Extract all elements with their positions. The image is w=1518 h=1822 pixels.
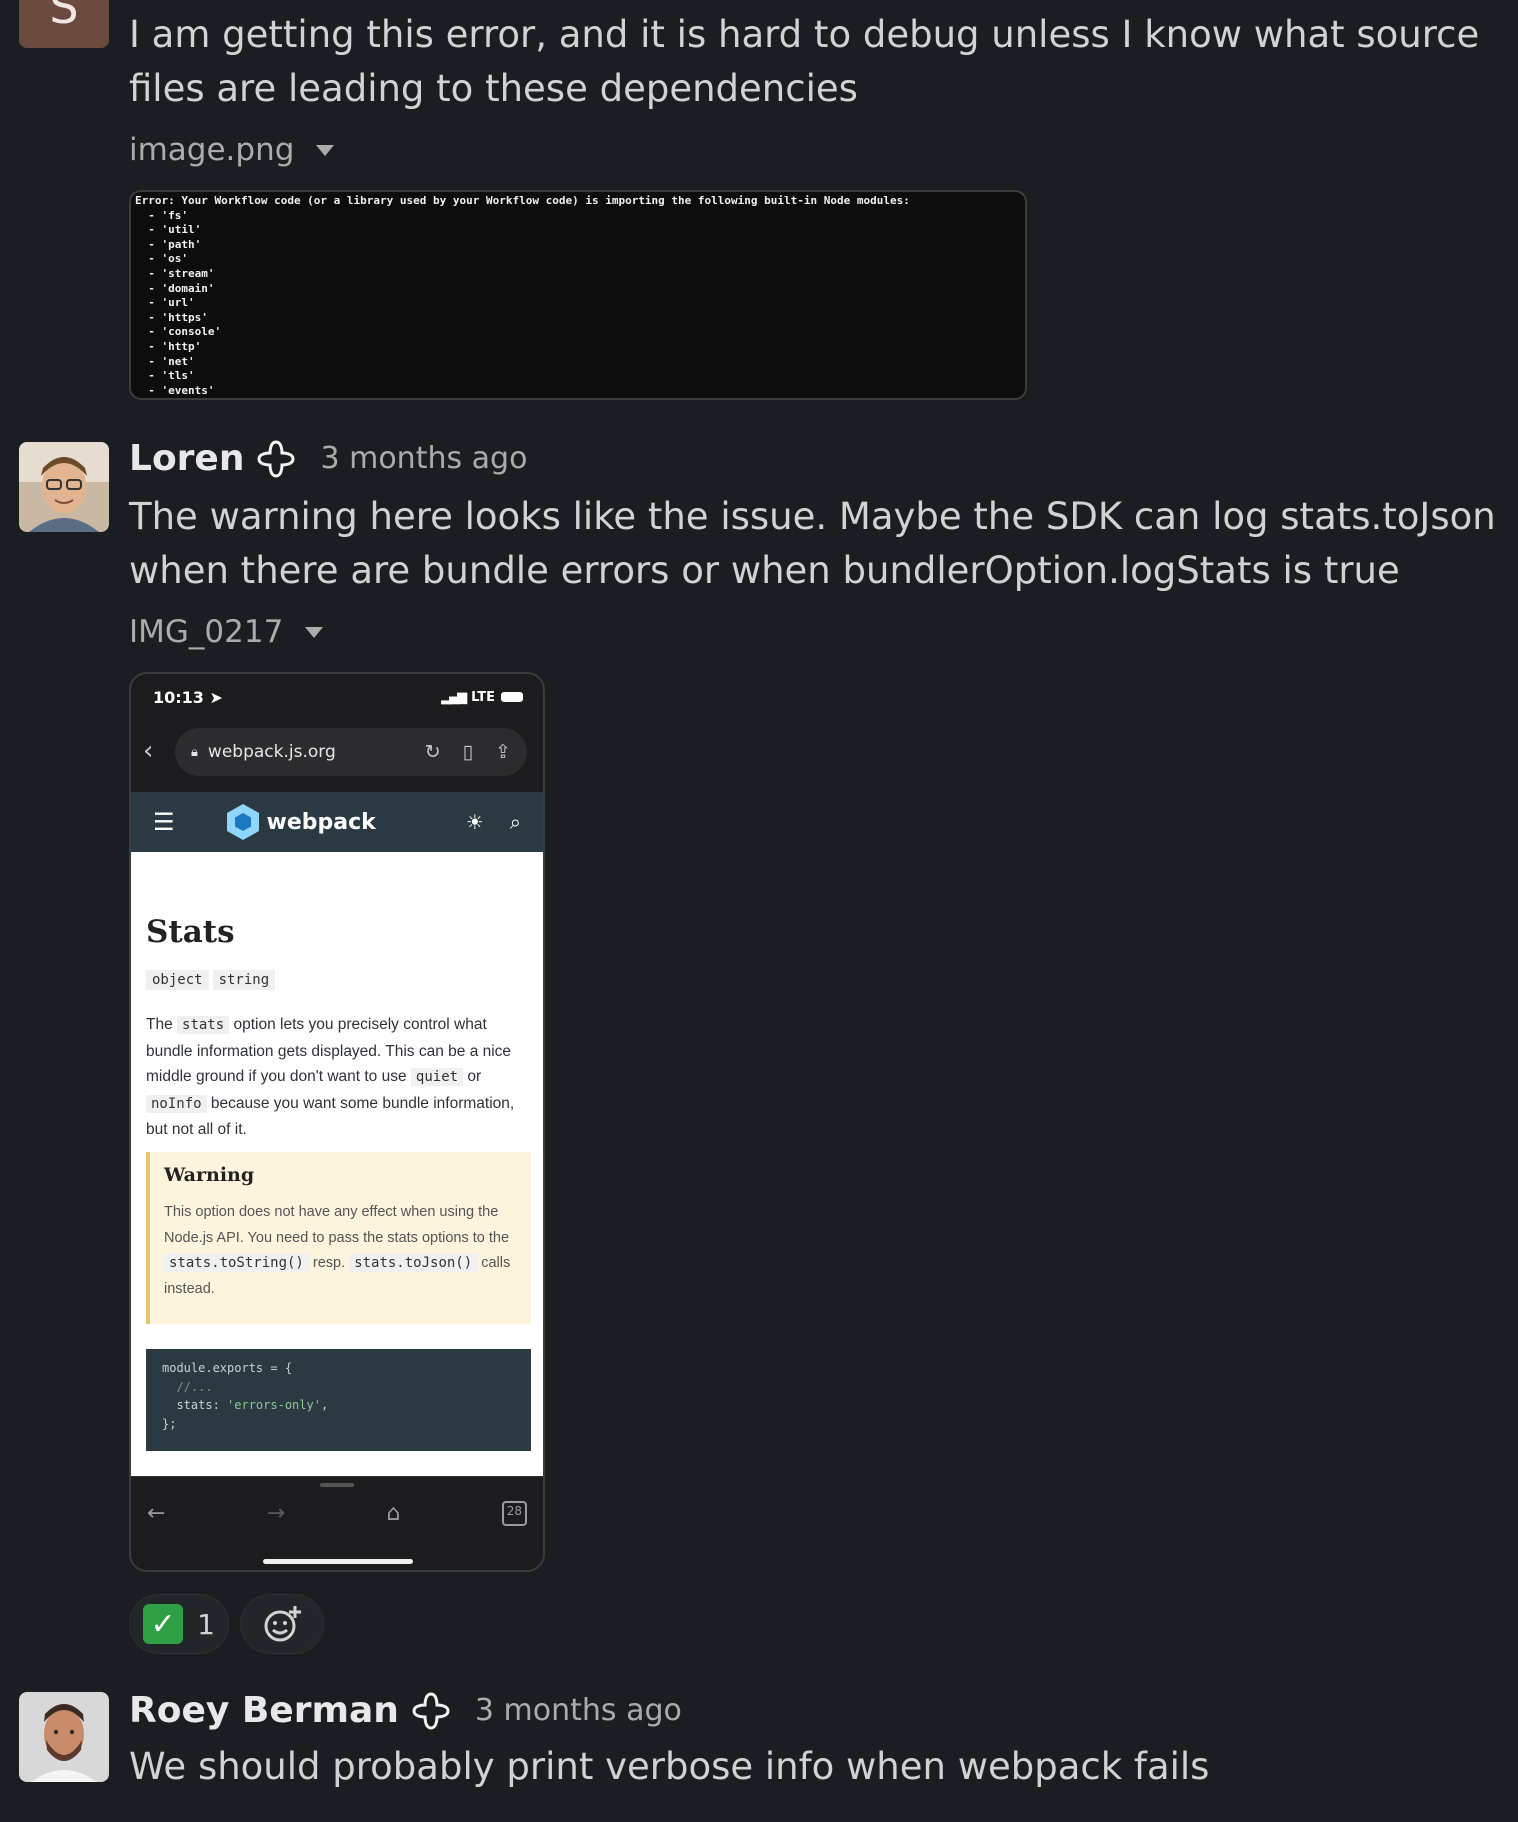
error-line: orkflow code doesn't have access to buil…: [135, 398, 1021, 400]
signal-icon: ▂▄▆: [441, 689, 467, 705]
home-indicator: [263, 1559, 413, 1564]
warning-title: Warning: [164, 1164, 255, 1186]
message-text: We should probably print verbose info wh…: [129, 1745, 1210, 1788]
timestamp[interactable]: 3 months ago: [320, 441, 527, 476]
error-line: - 'domain': [135, 281, 215, 295]
webpack-logo: webpack: [225, 803, 376, 841]
home-icon: ⌂: [386, 1501, 401, 1526]
sender-name[interactable]: Loren: [129, 438, 244, 479]
attachment-name: IMG_0217: [129, 614, 284, 650]
type-chip: string: [212, 970, 276, 990]
timestamp[interactable]: 3 months ago: [475, 1693, 682, 1728]
reload-icon: ↻: [424, 741, 441, 763]
forward-arrow-icon: →: [266, 1501, 286, 1526]
warning-callout: Warning This option does not have any ef…: [146, 1152, 531, 1324]
error-line: - 'https': [135, 310, 208, 324]
webpack-cube-icon: [226, 804, 259, 840]
phone-screenshot[interactable]: 10:13 ➤ ▂▄▆ LTE ‹ 🔒︎ webpack.js.org ↻ ▯ …: [129, 672, 545, 1572]
webpack-nav: ☰ webpack ☀ ⌕: [131, 792, 543, 852]
avatar-initial: S: [49, 0, 79, 34]
error-line: Error: Your Workflow code (or a library …: [135, 194, 910, 207]
avatar-image: [19, 442, 109, 532]
message-text: I am getting this error, and it is hard …: [129, 13, 1480, 110]
attachment-name: image.png: [129, 132, 295, 168]
add-reaction-icon: [264, 1606, 301, 1642]
reaction-check[interactable]: ✓ 1: [129, 1594, 229, 1654]
browser-toolbar: ← → ⌂ 28: [131, 1476, 543, 1570]
error-line: - 'util': [135, 223, 202, 237]
page-title: Stats: [146, 914, 235, 950]
url-text: webpack.js.org: [207, 742, 336, 762]
error-line: - 'url': [135, 296, 195, 310]
share-icon: ⇪: [495, 741, 511, 763]
webpack-page: Stats object string The stats option lets…: [131, 852, 543, 1476]
error-line: - 'stream': [135, 266, 215, 280]
attachment-toggle[interactable]: image.png: [129, 132, 335, 168]
description-paragraph: The stats option lets you precisely cont…: [146, 1016, 515, 1138]
error-line: - 'os': [135, 252, 188, 266]
error-line: - 'console': [135, 325, 222, 339]
avatar-image: [19, 1692, 109, 1782]
url-bar: 🔒︎ webpack.js.org ↻ ▯ ⇪: [175, 728, 527, 776]
white-check-mark-icon: ✓: [143, 1604, 184, 1644]
error-line: - 'fs': [135, 208, 188, 222]
lock-icon: 🔒︎: [191, 744, 198, 760]
back-arrow-icon: ←: [147, 1501, 166, 1526]
code-block: module.exports = { //... stats: 'errors-…: [146, 1349, 531, 1451]
error-line: - 'http': [135, 339, 202, 353]
avatar[interactable]: S: [19, 0, 109, 48]
phone-status-icons: ▂▄▆ LTE: [441, 690, 523, 705]
phone-time: 10:13 ➤: [153, 687, 223, 707]
message-text: The warning here looks like the issue. M…: [129, 495, 1496, 592]
tabs-icon: 28: [501, 1501, 527, 1526]
error-line: - 'net': [135, 354, 195, 368]
menu-icon: ☰: [153, 808, 175, 836]
network-label: LTE: [471, 689, 495, 705]
caret-down-icon: [316, 144, 335, 156]
type-chips: object string: [146, 970, 279, 990]
workspace-badge-icon: [257, 439, 295, 478]
error-line: - 'events': [135, 383, 215, 397]
bookmark-icon: ▯: [462, 741, 474, 763]
sender-name[interactable]: Roey Berman: [129, 1690, 399, 1731]
avatar[interactable]: [19, 442, 109, 532]
message-header: Roey Berman 3 months ago: [129, 1690, 682, 1731]
message-header: Loren 3 months ago: [129, 438, 527, 479]
add-reaction-button[interactable]: [240, 1594, 324, 1654]
reaction-count: 1: [197, 1607, 215, 1641]
avatar[interactable]: [19, 1692, 109, 1782]
phone-status-bar: 10:13 ➤ ▂▄▆ LTE: [131, 674, 543, 720]
search-icon: ⌕: [509, 810, 521, 834]
workspace-badge-icon: [412, 1691, 450, 1730]
battery-icon: [501, 692, 523, 702]
error-screenshot[interactable]: Error: Your Workflow code (or a library …: [129, 190, 1027, 400]
back-chevron-icon: ‹: [143, 736, 154, 766]
attachment-toggle[interactable]: IMG_0217: [129, 614, 324, 650]
warning-body: This option does not have any effect whe…: [164, 1204, 511, 1297]
theme-toggle-icon: ☀: [465, 810, 484, 834]
type-chip: object: [146, 970, 209, 990]
error-line: - 'path': [135, 237, 202, 251]
caret-down-icon: [305, 626, 324, 638]
error-line: - 'tls': [135, 369, 195, 383]
